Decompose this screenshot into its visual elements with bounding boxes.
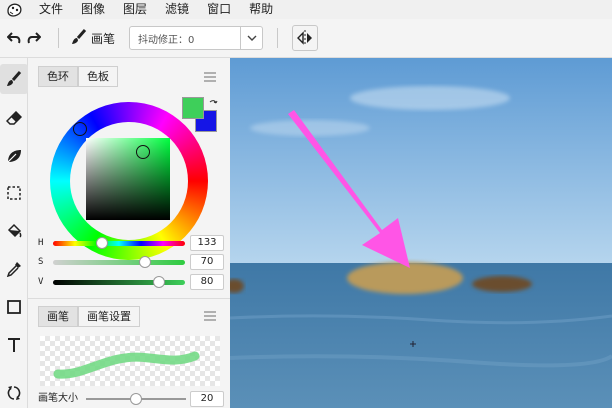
tab-color-wheel[interactable]: 色环 <box>38 66 78 87</box>
swap-colors-icon[interactable] <box>208 99 218 109</box>
rect-icon <box>7 300 21 314</box>
hue-value[interactable]: 133 <box>190 235 224 251</box>
rock-small <box>472 276 532 292</box>
menu-image[interactable]: 图像 <box>81 0 105 19</box>
eyedropper-icon <box>6 262 21 277</box>
toolbar-divider <box>58 28 59 48</box>
menu-bar: 文件 图像 图层 滤镜 窗口 帮助 <box>0 0 612 19</box>
brush-size-value[interactable]: 20 <box>190 391 224 407</box>
undo-button[interactable] <box>4 26 24 50</box>
saturation-knob[interactable] <box>139 256 152 268</box>
fill-tool[interactable] <box>0 216 28 246</box>
smoothing-label: 抖动修正：0 <box>138 34 195 46</box>
value-value[interactable]: 80 <box>190 274 224 290</box>
menu-help[interactable]: 帮助 <box>249 0 273 19</box>
redo-button[interactable] <box>24 26 44 50</box>
panel-menu-icon[interactable] <box>204 72 216 82</box>
menu-layer[interactable]: 图层 <box>123 0 147 19</box>
tab-brush[interactable]: 画笔 <box>38 306 78 327</box>
menu-file[interactable]: 文件 <box>39 0 63 19</box>
saturation-slider[interactable]: S 70 <box>38 254 230 270</box>
tab-swatches[interactable]: 色板 <box>78 66 118 87</box>
selection-tool[interactable] <box>0 178 28 208</box>
value-slider[interactable]: V 80 <box>38 274 230 290</box>
brush-tabs: 画笔 画笔设置 <box>38 306 140 327</box>
text-tool[interactable] <box>0 330 28 360</box>
hue-label: H <box>38 238 44 248</box>
brush-size-knob[interactable] <box>130 393 142 405</box>
undo-icon <box>7 32 21 44</box>
app-logo <box>0 0 30 19</box>
saturation-label: S <box>38 257 44 267</box>
eraser-tool[interactable] <box>0 103 28 133</box>
marquee-icon <box>7 186 21 200</box>
brush-stroke-preview <box>53 351 200 379</box>
current-tool-icon <box>71 28 87 48</box>
brush-preview <box>40 336 220 386</box>
color-tabs: 色环 色板 <box>38 66 118 87</box>
hue-slider[interactable]: H 133 <box>38 235 230 251</box>
rock-large <box>347 262 463 294</box>
toolbar-divider <box>277 28 279 48</box>
value-knob[interactable] <box>152 276 165 288</box>
smoothing-select[interactable]: 抖动修正：0 <box>129 26 264 50</box>
panel-divider <box>28 298 230 299</box>
brush-icon <box>7 71 22 86</box>
transform-tool[interactable] <box>0 378 28 408</box>
transform-icon <box>7 386 21 400</box>
tab-brush-settings[interactable]: 画笔设置 <box>78 306 140 327</box>
primary-color-swatch[interactable] <box>182 97 204 119</box>
current-tool-label: 画笔 <box>91 31 116 46</box>
brush-size-label: 画笔大小 <box>38 393 78 404</box>
app-window: 文件 图像 图层 滤镜 窗口 帮助 画笔 抖动修正：0 色环 色板 H 133 … <box>0 0 612 408</box>
eyedropper-tool[interactable] <box>0 254 28 284</box>
panel-menu-icon[interactable] <box>204 311 216 321</box>
tool-strip <box>0 58 28 408</box>
sv-picker[interactable] <box>136 145 150 159</box>
saturation-value-square[interactable] <box>86 138 170 220</box>
smudge-tool[interactable] <box>0 141 28 171</box>
hue-knob[interactable] <box>95 237 108 249</box>
brush-size-row: 画笔大小 20 <box>38 391 230 407</box>
hue-track[interactable] <box>53 241 185 246</box>
canvas-image[interactable] <box>230 58 612 408</box>
text-icon <box>8 338 20 352</box>
saturation-value[interactable]: 70 <box>190 254 224 270</box>
redo-icon <box>27 32 41 44</box>
brush-tool[interactable] <box>0 64 28 94</box>
symmetry-button[interactable] <box>292 25 319 51</box>
eraser-icon <box>6 111 22 125</box>
symmetry-icon <box>297 30 313 46</box>
side-panel: 色环 色板 H 133 S 70 V 80 画笔 画笔设置 画笔大小 20 <box>28 58 230 408</box>
bucket-icon <box>7 223 22 238</box>
value-track[interactable] <box>53 280 185 285</box>
menu-window[interactable]: 窗口 <box>207 0 231 19</box>
primary-color-fill <box>183 98 203 118</box>
shape-tool[interactable] <box>0 292 28 322</box>
canvas-area[interactable] <box>230 58 612 408</box>
value-label: V <box>38 277 44 287</box>
leaf-icon <box>7 150 21 163</box>
hue-picker[interactable] <box>73 122 87 136</box>
chevron-down-icon[interactable] <box>240 27 262 49</box>
menu-filter[interactable]: 滤镜 <box>165 0 189 19</box>
saturation-track[interactable] <box>53 260 185 265</box>
toolbar: 画笔 抖动修正：0 <box>0 19 612 58</box>
